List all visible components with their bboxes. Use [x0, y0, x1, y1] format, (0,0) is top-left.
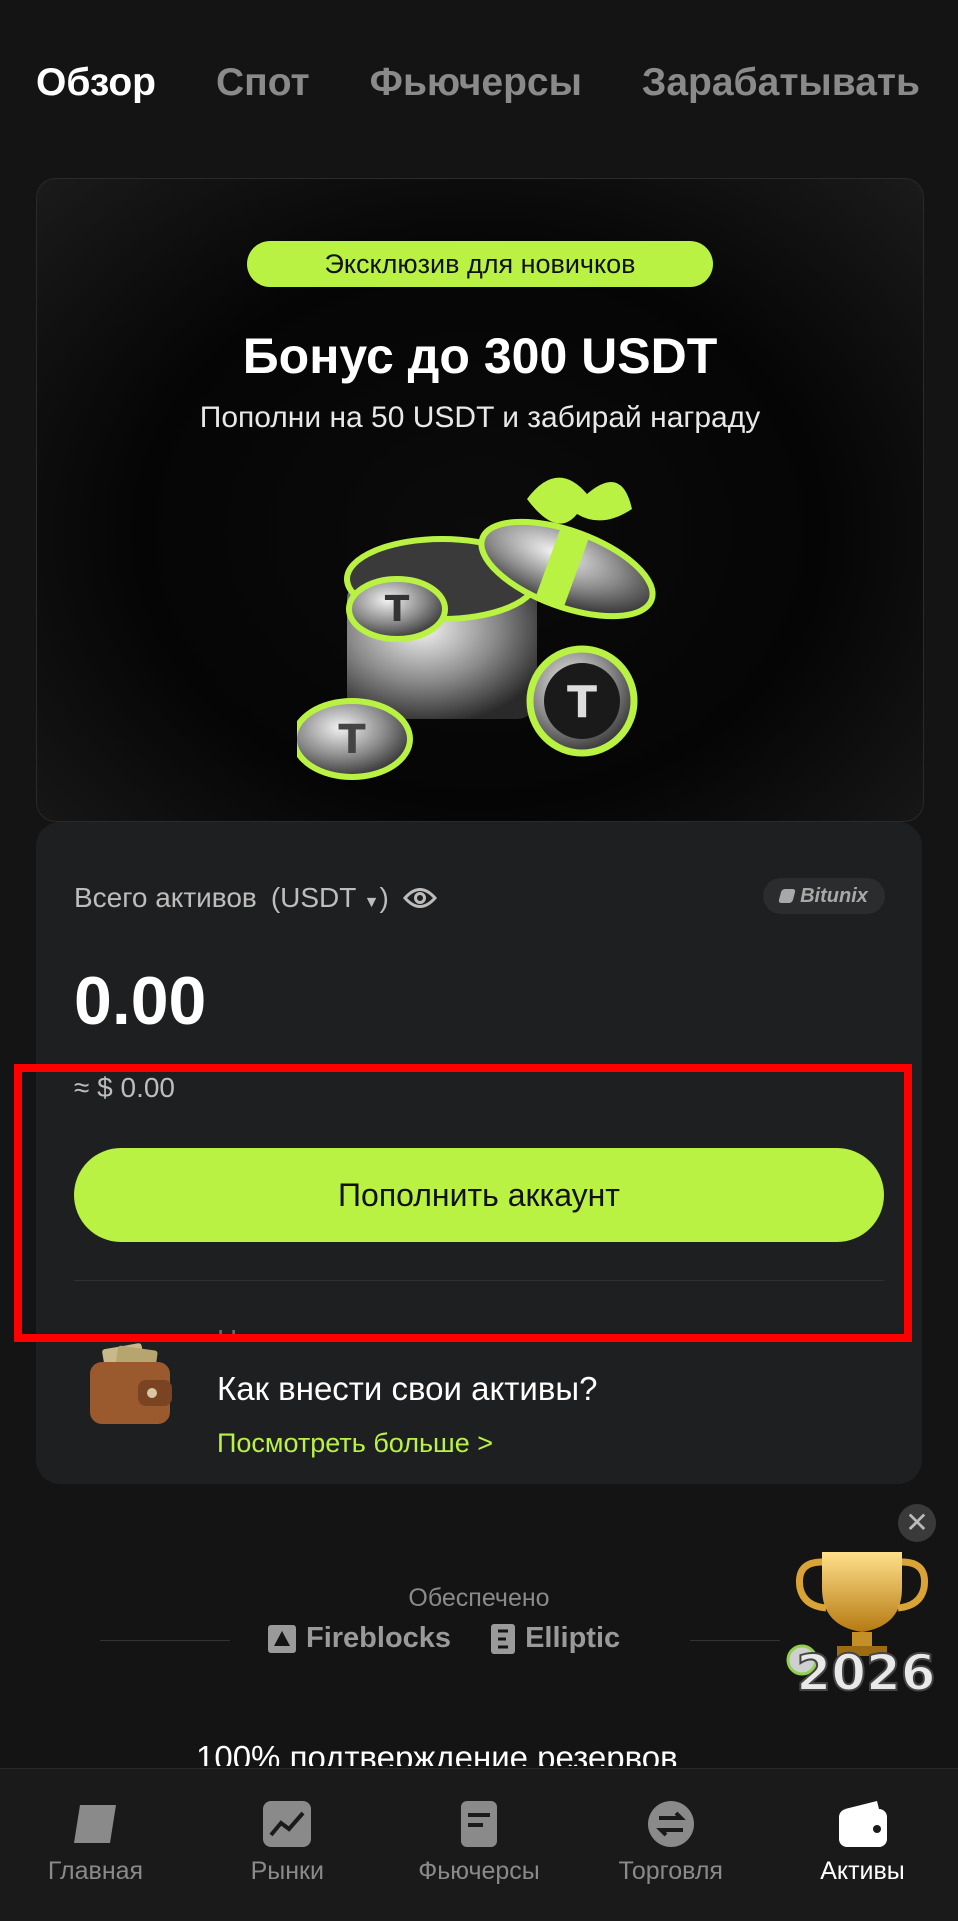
svg-text:T: T	[338, 717, 366, 763]
total-assets-text: Всего активов	[74, 882, 257, 913]
nav-label: Активы	[820, 1857, 905, 1885]
brand-name: Bitunix	[800, 884, 868, 907]
eye-icon[interactable]	[402, 887, 437, 909]
nav-markets[interactable]: Рынки	[192, 1769, 383, 1921]
nav-label: Рынки	[250, 1857, 324, 1885]
gift-coins-illustration: T T T	[297, 477, 656, 780]
currency-close: )	[379, 882, 389, 913]
elliptic-logo: Elliptic	[491, 1622, 620, 1655]
fireblocks-logo: Fireblocks	[268, 1622, 451, 1655]
home-icon	[73, 1805, 116, 1843]
tab-overview[interactable]: Обзор	[36, 58, 156, 108]
top-tab-bar: Обзор Спот Фьючерсы Зарабатывать	[36, 58, 958, 108]
caret-down-icon: ▼	[363, 894, 380, 911]
divider	[74, 1280, 884, 1281]
deposit-button[interactable]: Пополнить аккаунт	[74, 1148, 884, 1242]
reserves-proof-title[interactable]: 100% подтверждение резервов	[196, 1736, 678, 1766]
nav-futures[interactable]: Фьючерсы	[384, 1769, 575, 1921]
elliptic-name: Elliptic	[525, 1622, 621, 1654]
total-assets-label: Всего активов (USDT ▼)	[74, 882, 437, 914]
currency-value: (USDT	[270, 882, 356, 913]
futures-document-icon	[461, 1801, 497, 1847]
trophy-year: 2026	[796, 1644, 935, 1698]
balance-approx: ≈ $ 0.00	[74, 1072, 175, 1103]
promo-pill: Эксклюзив для новичков	[247, 241, 713, 287]
trophy-2026-widget[interactable]: 2026	[782, 1548, 942, 1698]
nav-trade[interactable]: Торговля	[575, 1769, 766, 1921]
tab-earn[interactable]: Зарабатывать	[642, 58, 920, 108]
nav-assets[interactable]: Активы	[767, 1769, 958, 1921]
elliptic-icon	[491, 1623, 516, 1654]
guide-subtitle: Новое руководство пользователя	[217, 1324, 652, 1342]
fireblocks-icon	[268, 1624, 296, 1653]
nav-label: Главная	[47, 1857, 144, 1885]
balance-value: 0.00	[74, 963, 207, 1039]
promo-banner[interactable]: Эксклюзив для новичков Бонус до 300 USDT…	[36, 178, 924, 822]
see-more-link[interactable]: Посмотреть больше >	[217, 1428, 493, 1459]
promo-title: Бонус до 300 USDT	[242, 328, 718, 384]
svg-text:T: T	[385, 589, 410, 630]
tab-spot[interactable]: Спот	[216, 58, 310, 108]
divider-right	[690, 1640, 780, 1641]
close-icon[interactable]: ✕	[898, 1504, 936, 1542]
svg-text:T: T	[567, 677, 597, 728]
tab-futures[interactable]: Фьючерсы	[370, 58, 582, 108]
wallet-icon	[838, 1801, 887, 1847]
divider-left	[100, 1640, 230, 1641]
markets-chart-icon	[263, 1801, 312, 1847]
promo-subtitle: Пополни на 50 USDT и забирай награду	[199, 401, 761, 434]
guide-title: Как внести свои активы?	[217, 1370, 598, 1407]
brand-badge: Bitunix	[763, 878, 885, 914]
nav-home[interactable]: Главная	[0, 1769, 191, 1921]
nav-label: Фьючерсы	[418, 1857, 540, 1885]
secured-by-label: Обеспечено	[408, 1584, 550, 1612]
wallet-money-icon	[90, 1343, 172, 1424]
bitunix-logo-icon	[778, 889, 796, 903]
trade-swap-icon	[647, 1801, 694, 1847]
nav-label: Торговля	[618, 1857, 723, 1885]
partner-logos: Fireblocks Elliptic	[268, 1622, 620, 1655]
currency-selector[interactable]: (USDT ▼)	[271, 882, 389, 914]
bottom-nav: Главная Рынки Фьючерсы Торговля Активы	[0, 1768, 958, 1921]
fireblocks-name: Fireblocks	[306, 1622, 452, 1654]
assets-card: Всего активов (USDT ▼) Bitunix 0.00 ≈ $ …	[36, 822, 922, 1484]
